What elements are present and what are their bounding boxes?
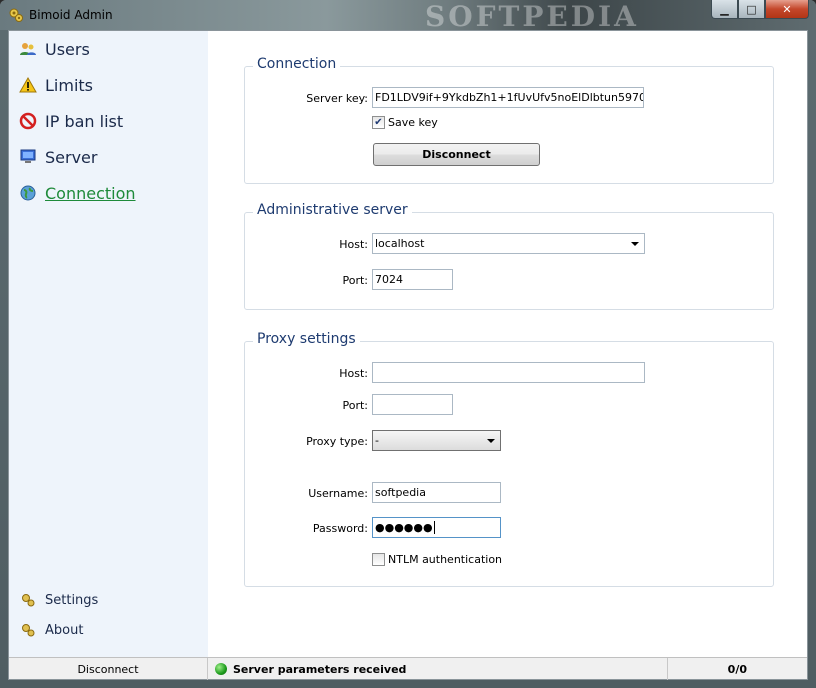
username-field[interactable]: softpedia	[372, 482, 501, 503]
proxy-type-label: Proxy type:	[306, 435, 368, 448]
globe-icon	[19, 184, 37, 202]
maximize-icon: □	[746, 2, 757, 16]
status-message-text: Server parameters received	[233, 662, 407, 676]
sidebar-item-ip-ban-list[interactable]: IP ban list	[19, 110, 123, 132]
app-icon	[8, 7, 24, 23]
group-title: Administrative server	[253, 202, 412, 218]
password-label: Password:	[312, 522, 368, 535]
warning-icon	[19, 76, 37, 94]
sidebar-item-connection[interactable]: Connection	[19, 182, 136, 204]
save-key-checkbox[interactable]: ✔ Save key	[372, 116, 438, 129]
gears-icon	[19, 591, 37, 609]
ntlm-checkbox[interactable]: NTLM authentication	[372, 553, 502, 566]
status-ok-icon	[215, 663, 227, 675]
password-field[interactable]: ●●●●●●	[372, 517, 501, 538]
sidebar-item-label: Limits	[45, 75, 93, 95]
admin-port-label: Port:	[342, 274, 368, 287]
proxy-type-select[interactable]: -	[372, 430, 501, 451]
app-window: Bimoid Admin SOFTPEDIA ▁ □ ✕ Users Limit…	[0, 0, 816, 688]
users-icon	[19, 40, 37, 58]
proxy-port-label: Port:	[342, 399, 368, 412]
sidebar-item-limits[interactable]: Limits	[19, 74, 93, 96]
username-label: Username:	[308, 487, 368, 500]
password-value: ●●●●●●	[375, 521, 433, 534]
ban-icon	[19, 112, 37, 130]
sidebar-item-settings[interactable]: Settings	[19, 590, 98, 610]
group-title: Proxy settings	[253, 331, 360, 347]
sidebar-item-about[interactable]: About	[19, 620, 83, 640]
status-bar: Disconnect Server parameters received 0/…	[9, 657, 807, 680]
sidebar-item-label: IP ban list	[45, 111, 124, 131]
window-title: Bimoid Admin	[29, 8, 113, 22]
monitor-icon	[19, 148, 37, 166]
admin-host-label: Host:	[339, 238, 368, 251]
checkbox-box[interactable]	[372, 553, 385, 566]
text-cursor	[433, 521, 435, 534]
chevron-down-icon	[631, 242, 639, 246]
gears-icon	[19, 621, 37, 639]
status-message: Server parameters received	[208, 658, 668, 680]
title-watermark: SOFTPEDIA	[425, 0, 639, 33]
connection-group: Connection Server key: FD1LDV9if+9YkdbZh…	[244, 56, 774, 184]
checkbox-box[interactable]: ✔	[372, 116, 385, 129]
server-key-field[interactable]: FD1LDV9if+9YkdbZh1+1fUvUfv5noElDlbtun597…	[372, 87, 644, 108]
minimize-icon: ▁	[720, 2, 729, 16]
save-key-label: Save key	[388, 116, 438, 129]
admin-host-value: localhost	[375, 237, 425, 250]
ntlm-label: NTLM authentication	[388, 553, 503, 566]
admin-server-group: Administrative server Host: localhost Po…	[244, 202, 774, 310]
main-panel: Connection Server key: FD1LDV9if+9YkdbZh…	[208, 31, 807, 657]
proxy-type-value: -	[375, 434, 379, 447]
minimize-button[interactable]: ▁	[711, 0, 738, 19]
sidebar-item-label: Settings	[45, 592, 99, 608]
status-connection-action[interactable]: Disconnect	[9, 658, 208, 680]
sidebar-item-server[interactable]: Server	[19, 146, 97, 168]
admin-host-select[interactable]: localhost	[372, 233, 645, 254]
sidebar-item-users[interactable]: Users	[19, 38, 90, 60]
sidebar-item-label: Connection	[45, 183, 136, 203]
chevron-down-icon	[487, 439, 495, 443]
proxy-port-field[interactable]	[372, 394, 453, 415]
close-icon: ✕	[782, 2, 792, 16]
proxy-host-label: Host:	[339, 367, 368, 380]
proxy-settings-group: Proxy settings Host: Port: Proxy type: -…	[244, 331, 774, 587]
maximize-button[interactable]: □	[738, 0, 765, 19]
sidebar-item-label: About	[45, 622, 84, 638]
client-area: Users Limits IP ban list Server Connecti…	[8, 30, 808, 680]
title-bar[interactable]: Bimoid Admin SOFTPEDIA ▁ □ ✕	[0, 0, 816, 33]
disconnect-button[interactable]: Disconnect	[373, 143, 540, 166]
proxy-host-field[interactable]	[372, 362, 645, 383]
close-button[interactable]: ✕	[765, 0, 809, 19]
server-key-label: Server key:	[306, 92, 368, 105]
sidebar: Users Limits IP ban list Server Connecti…	[9, 31, 208, 657]
group-title: Connection	[253, 56, 341, 72]
status-counter: 0/0	[727, 662, 747, 676]
sidebar-item-label: Server	[45, 147, 98, 167]
sidebar-item-label: Users	[45, 39, 90, 59]
admin-port-field[interactable]: 7024	[372, 269, 453, 290]
